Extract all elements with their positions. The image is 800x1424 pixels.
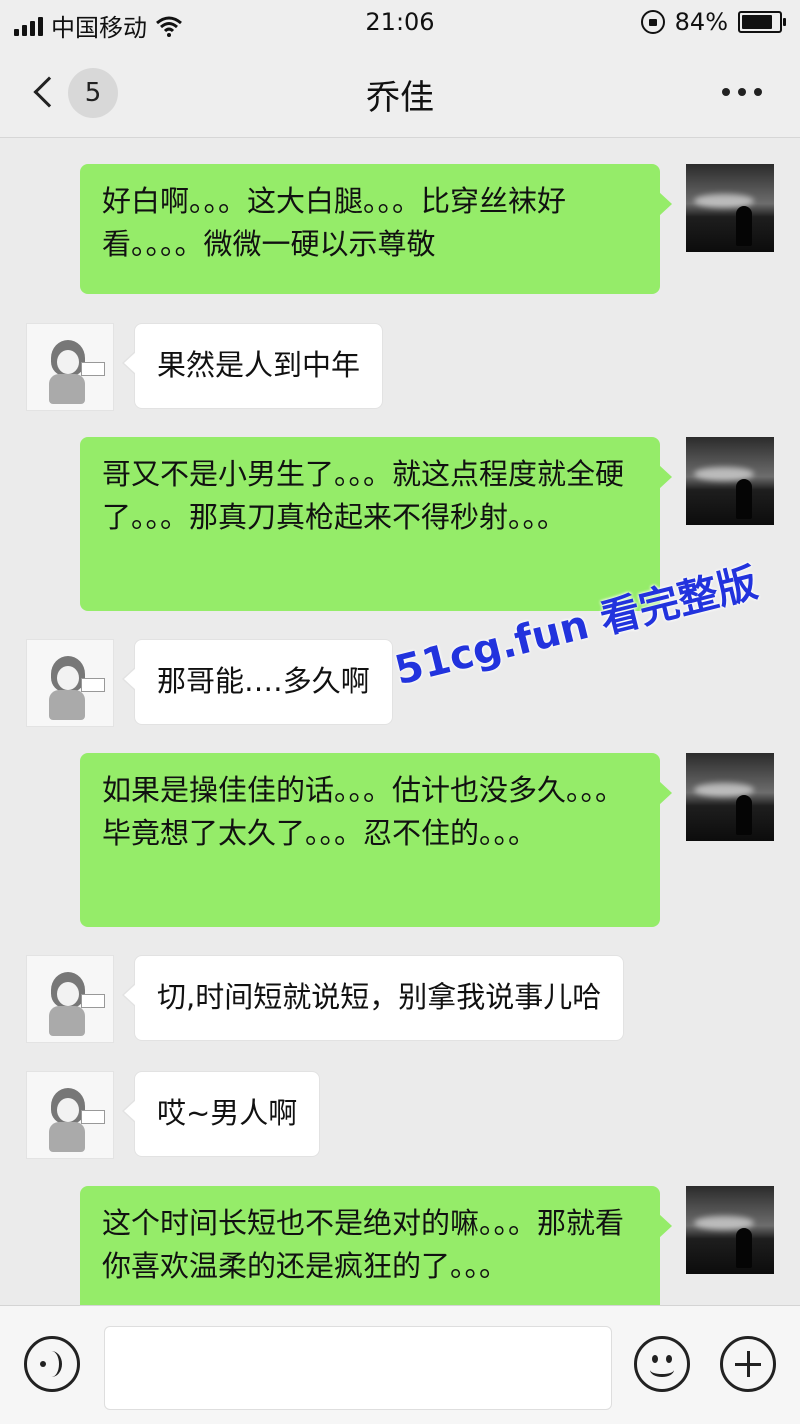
chat-header: 5 乔佳 bbox=[0, 46, 800, 138]
battery-fill bbox=[742, 15, 773, 29]
my-avatar[interactable] bbox=[686, 753, 774, 841]
message-bubble[interactable]: 哎~男人啊 bbox=[121, 1071, 321, 1157]
plus-icon[interactable] bbox=[720, 1336, 776, 1392]
contact-avatar[interactable] bbox=[26, 1071, 114, 1159]
chat-title: 乔佳 bbox=[366, 78, 434, 118]
my-avatar[interactable] bbox=[686, 164, 774, 252]
message-list[interactable]: 好白啊。。。这大白腿。。。比穿丝袜好看。。。。微微一硬以示尊敬 果然是人到中年 … bbox=[0, 139, 800, 1305]
contact-avatar[interactable] bbox=[26, 639, 114, 727]
message-bubble[interactable]: 切,时间短就说短，别拿我说事儿哈 bbox=[121, 955, 625, 1041]
my-avatar[interactable] bbox=[686, 1186, 774, 1274]
message-bubble[interactable]: 好白啊。。。这大白腿。。。比穿丝袜好看。。。。微微一硬以示尊敬 bbox=[80, 164, 672, 294]
my-avatar[interactable] bbox=[686, 437, 774, 525]
contact-avatar[interactable] bbox=[26, 955, 114, 1043]
status-right: 84% bbox=[640, 8, 786, 36]
message-bubble[interactable]: 那哥能‥‥多久啊 bbox=[122, 639, 393, 725]
message-bubble[interactable]: 这个时间长短也不是绝对的嘛。。。那就看你喜欢温柔的还是疯狂的了。。。 bbox=[80, 1186, 672, 1305]
message-bubble[interactable]: 哥又不是小男生了。。。就这点程度就全硬了。。。那真刀真枪起来不得秒射。。。 bbox=[80, 437, 672, 611]
emoji-icon[interactable] bbox=[634, 1336, 690, 1392]
more-icon[interactable] bbox=[722, 88, 762, 98]
battery-percent: 84% bbox=[674, 8, 728, 36]
voice-icon[interactable] bbox=[24, 1336, 80, 1392]
message-input[interactable] bbox=[104, 1326, 612, 1410]
battery-icon bbox=[738, 11, 786, 33]
contact-avatar[interactable] bbox=[26, 323, 114, 411]
input-bar bbox=[0, 1305, 800, 1424]
message-bubble[interactable]: 如果是操佳佳的话。。。估计也没多久。。。毕竟想了太久了。。。忍不住的。。。 bbox=[80, 753, 672, 927]
status-bar: 中国移动 21:06 84% bbox=[0, 0, 800, 46]
rotation-lock-icon bbox=[640, 10, 665, 34]
message-bubble[interactable]: 果然是人到中年 bbox=[121, 323, 384, 409]
